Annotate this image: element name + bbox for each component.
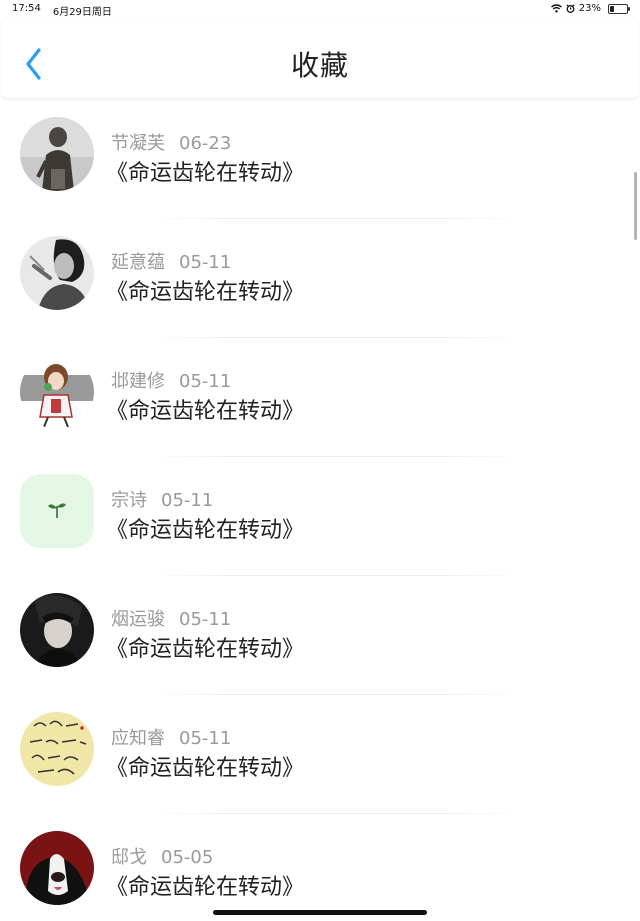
item-meta: 邸戈 05-05	[111, 843, 213, 869]
status-date: 6月29日周日	[52, 7, 112, 18]
wifi-icon	[550, 4, 562, 13]
item-title[interactable]: 《命运齿轮在转动》	[106, 869, 304, 901]
favorite-item[interactable]: 烟运骏 05-11 《命运齿轮在转动》	[0, 576, 640, 695]
favorite-item[interactable]: 邶建修 05-11 《命运齿轮在转动》	[0, 338, 640, 457]
item-title[interactable]: 《命运齿轮在转动》	[106, 274, 304, 306]
home-indicator[interactable]	[213, 910, 427, 915]
item-date: 05-11	[179, 728, 232, 749]
status-bar: 17:54 6月29日周日 23%	[0, 0, 640, 18]
favorite-item[interactable]: 应知睿 05-11 《命运齿轮在转动》	[0, 695, 640, 814]
item-title[interactable]: 《命运齿轮在转动》	[106, 155, 304, 187]
item-author: 烟运骏	[111, 609, 165, 630]
item-author: 节凝芙	[111, 133, 165, 154]
item-author: 延意蕴	[111, 252, 165, 273]
item-date: 05-11	[161, 490, 214, 511]
item-meta: 节凝芙 06-23	[111, 129, 231, 155]
favorite-item[interactable]: 节凝芙 06-23 《命运齿轮在转动》	[0, 100, 640, 219]
item-date: 05-11	[179, 371, 232, 392]
item-meta: 烟运骏 05-11	[111, 605, 231, 631]
item-date: 06-23	[179, 133, 232, 154]
status-time: 17:54	[12, 3, 41, 14]
nav-header: 收藏	[2, 18, 638, 99]
item-meta: 邶建修 05-11	[111, 367, 231, 393]
item-author: 邸戈	[111, 847, 147, 868]
avatar[interactable]	[20, 593, 94, 667]
item-title[interactable]: 《命运齿轮在转动》	[106, 393, 304, 425]
item-title[interactable]: 《命运齿轮在转动》	[106, 631, 304, 663]
favorites-list: 节凝芙 06-23 《命运齿轮在转动》 延意蕴 05-11 《命运齿轮在转动》	[0, 100, 640, 921]
item-author: 邶建修	[111, 371, 165, 392]
battery-icon	[608, 3, 630, 14]
favorite-item[interactable]: 宗诗 05-11 《命运齿轮在转动》	[0, 457, 640, 576]
avatar[interactable]	[20, 117, 94, 191]
item-title[interactable]: 《命运齿轮在转动》	[106, 750, 304, 782]
item-title[interactable]: 《命运齿轮在转动》	[106, 512, 304, 544]
favorite-item[interactable]: 延意蕴 05-11 《命运齿轮在转动》	[0, 219, 640, 338]
avatar[interactable]	[20, 355, 94, 429]
avatar[interactable]	[20, 831, 94, 905]
item-meta: 应知睿 05-11	[111, 724, 231, 750]
scrollbar[interactable]	[634, 172, 637, 240]
item-date: 05-05	[161, 847, 214, 868]
item-meta: 延意蕴 05-11	[111, 248, 231, 274]
item-meta: 宗诗 05-11	[111, 486, 213, 512]
avatar[interactable]	[20, 712, 94, 786]
avatar[interactable]	[20, 474, 94, 548]
avatar[interactable]	[20, 236, 94, 310]
item-date: 05-11	[179, 252, 232, 273]
item-author: 宗诗	[111, 490, 147, 511]
page-title: 收藏	[290, 49, 349, 82]
alarm-icon	[566, 4, 575, 13]
battery-percent: 23%	[578, 3, 601, 14]
favorite-item[interactable]: 邸戈 05-05 《命运齿轮在转动》	[0, 814, 640, 921]
item-date: 05-11	[179, 609, 232, 630]
battery-level	[610, 5, 614, 12]
favorites-page: 17:54 6月29日周日 23% 收藏 节凝芙 06-23 《命运齿轮在转动》…	[0, 0, 640, 921]
item-author: 应知睿	[111, 728, 165, 749]
